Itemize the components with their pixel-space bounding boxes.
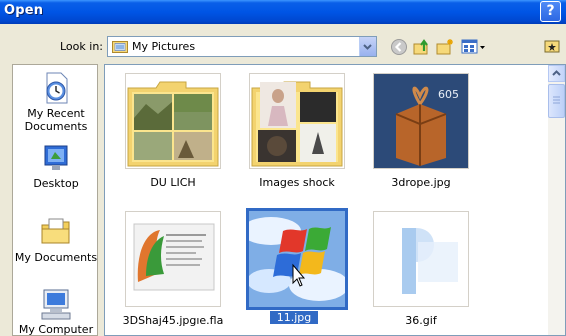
folder-icon [251, 81, 343, 167]
image-thumbnail-selected [246, 208, 348, 310]
place-my-computer[interactable]: My Computer [13, 287, 97, 336]
title-bar[interactable]: Open ? [0, 0, 566, 24]
look-in-value: My Pictures [132, 40, 196, 53]
folder-icon [127, 81, 219, 167]
look-in-label: Look in: [60, 40, 103, 53]
file-name: DU LICH [150, 176, 196, 189]
image-thumbnail [373, 211, 469, 307]
file-name: Images shock [259, 176, 335, 189]
windows-logo-image [249, 211, 345, 307]
desktop-icon [44, 145, 68, 170]
back-icon[interactable] [390, 38, 408, 56]
file-name: 3DShaj45.jpgıe.fla [122, 314, 224, 327]
look-in-dropdown[interactable]: My Pictures [107, 36, 377, 57]
file-list[interactable]: DU LICH Images shock 605 3drope.jpg 3DSh… [104, 64, 566, 336]
file-name: 11.jpg [270, 311, 318, 324]
folder-options-icon[interactable] [543, 38, 561, 56]
folder-thumbnail [125, 73, 221, 169]
vertical-scrollbar[interactable] [548, 65, 565, 335]
place-label: My Computer [18, 323, 94, 336]
recent-documents-icon [46, 72, 68, 104]
place-desktop[interactable]: Desktop [13, 143, 97, 190]
help-button[interactable]: ? [540, 1, 561, 22]
place-label: My Documents [14, 251, 98, 264]
place-label: My Recent Documents [24, 107, 88, 133]
views-menu-icon[interactable] [461, 38, 487, 56]
folder-thumbnail [249, 73, 345, 169]
scroll-thumb[interactable] [548, 84, 565, 118]
new-folder-icon[interactable] [436, 38, 454, 56]
image-thumbnail: 605 [373, 73, 469, 169]
scroll-up-button[interactable] [548, 65, 565, 82]
file-name: 36.gif [405, 314, 437, 327]
letter-p-image [374, 212, 468, 306]
place-my-documents[interactable]: My Documents [13, 215, 98, 264]
thumb-text: 605 [438, 88, 459, 101]
my-computer-icon [41, 289, 71, 320]
my-pictures-folder-icon [112, 41, 128, 53]
gift-box-image: 605 [374, 74, 468, 168]
my-documents-icon [41, 218, 70, 244]
place-label: Desktop [33, 177, 79, 190]
up-folder-icon[interactable] [413, 38, 431, 56]
places-bar: My Recent Documents Desktop My Documents… [12, 64, 98, 336]
window-title: Open [4, 3, 44, 18]
place-my-recent-documents[interactable]: My Recent Documents [13, 71, 97, 133]
file-name: 3drope.jpg [391, 176, 451, 189]
image-thumbnail [125, 211, 221, 307]
flash-document-image [126, 212, 220, 306]
chevron-down-icon[interactable] [359, 37, 376, 56]
